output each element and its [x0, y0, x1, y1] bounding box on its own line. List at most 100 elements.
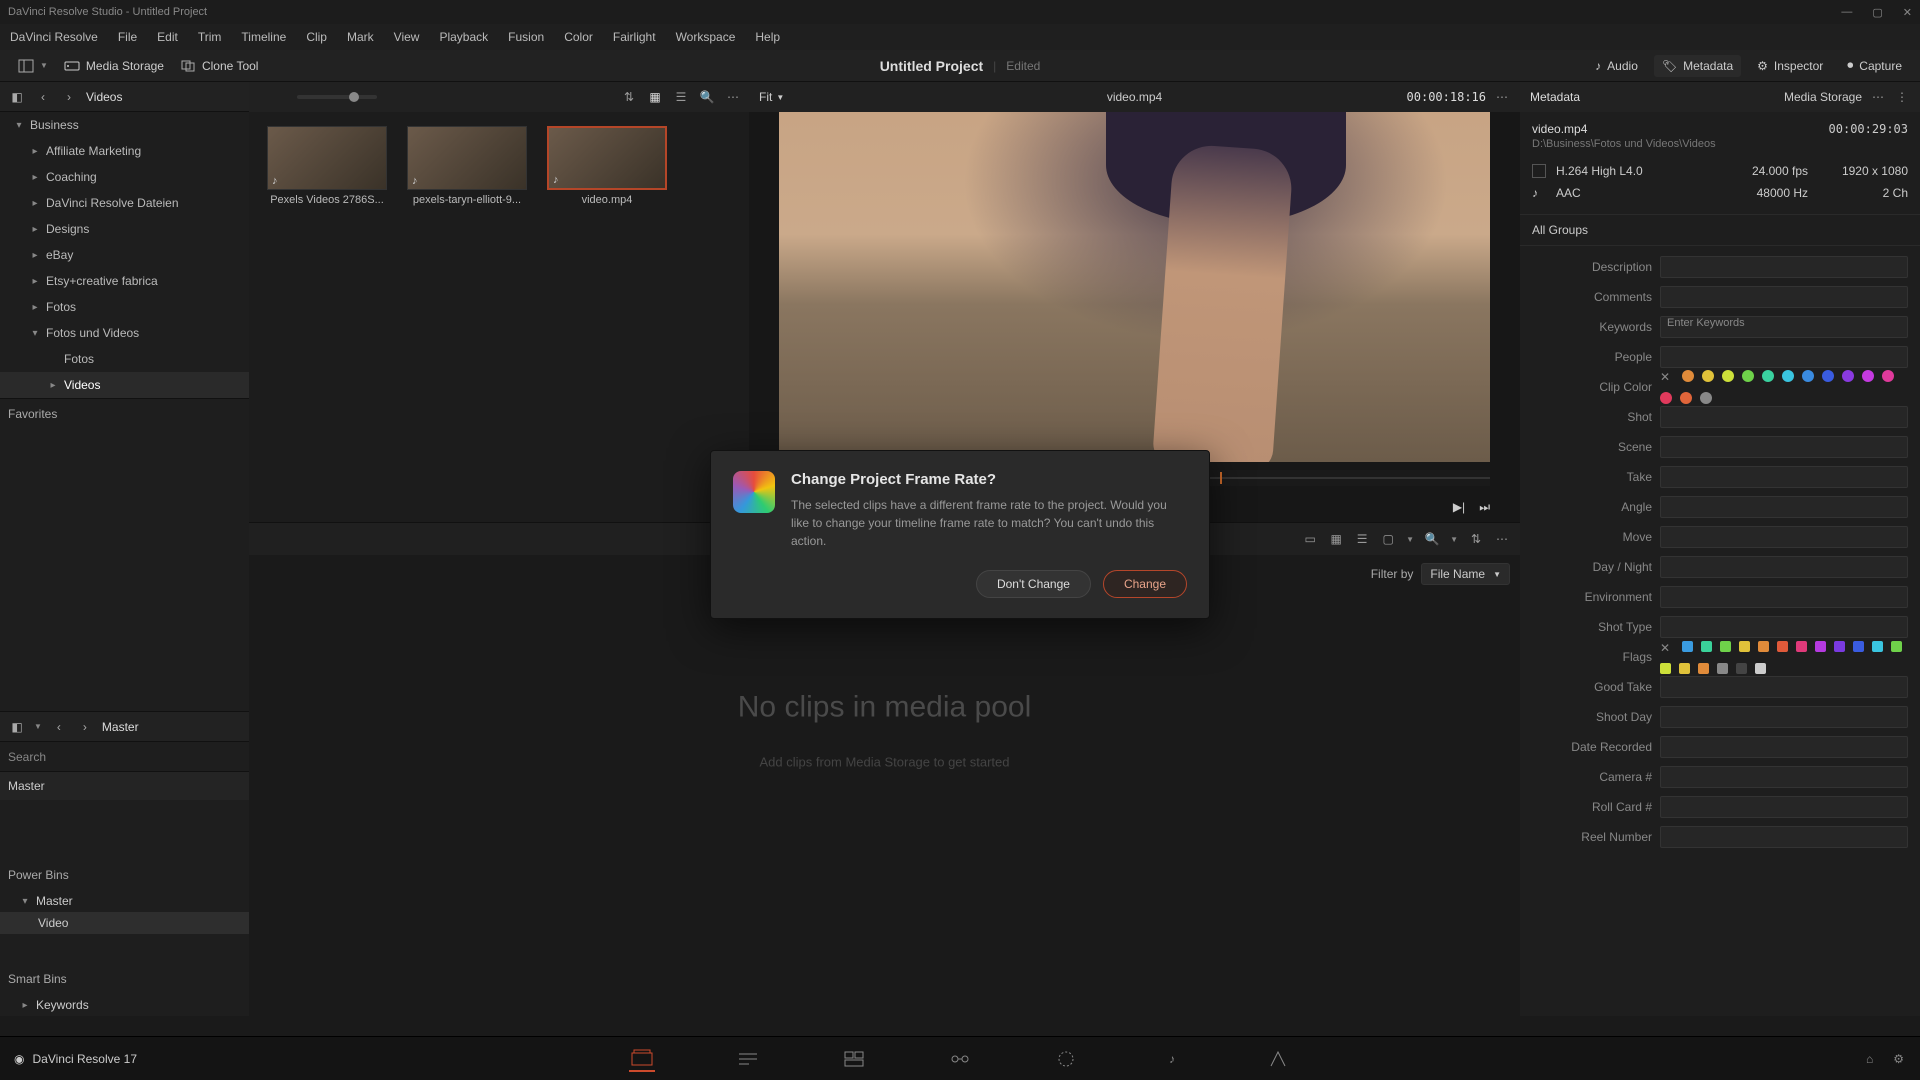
field-input[interactable]	[1660, 616, 1908, 638]
close-icon[interactable]: ✕	[1903, 6, 1912, 19]
field-input[interactable]	[1660, 736, 1908, 758]
panel-toggle-button[interactable]: ▼	[10, 55, 56, 77]
clip-thumbnail[interactable]	[267, 126, 387, 190]
menu-davinci-resolve[interactable]: DaVinci Resolve	[10, 30, 98, 44]
color-swatch[interactable]	[1862, 370, 1874, 382]
deliver-page-icon[interactable]	[1265, 1046, 1291, 1072]
color-swatch[interactable]	[1682, 370, 1694, 382]
field-input[interactable]	[1660, 556, 1908, 578]
more-icon[interactable]: ⋯	[725, 89, 741, 105]
project-manager-icon[interactable]: ⌂	[1866, 1052, 1873, 1066]
change-button[interactable]: Change	[1103, 570, 1187, 598]
next-frame-icon[interactable]: ▶|	[1453, 500, 1465, 514]
menu-playback[interactable]: Playback	[439, 30, 488, 44]
folder-fotos[interactable]: Fotos	[0, 346, 249, 372]
folder-etsy-creative-fabrica[interactable]: ▸Etsy+creative fabrica	[0, 268, 249, 294]
flag-swatch[interactable]	[1853, 641, 1864, 652]
meta-menu-icon[interactable]: ⋮	[1894, 89, 1910, 105]
flag-swatch[interactable]	[1815, 641, 1826, 652]
field-input[interactable]	[1660, 346, 1908, 368]
zoom-fit-select[interactable]: Fit ▼	[759, 90, 784, 104]
video-checkbox[interactable]	[1532, 164, 1546, 178]
menu-workspace[interactable]: Workspace	[676, 30, 736, 44]
flag-swatch[interactable]	[1755, 663, 1766, 674]
folder-coaching[interactable]: ▸Coaching	[0, 164, 249, 190]
media-page-icon[interactable]	[629, 1046, 655, 1072]
media-storage-button[interactable]: Media Storage	[56, 55, 172, 77]
color-swatch[interactable]	[1802, 370, 1814, 382]
color-swatch[interactable]	[1822, 370, 1834, 382]
clip-thumbnail[interactable]	[547, 126, 667, 190]
field-input[interactable]	[1660, 466, 1908, 488]
folder-designs[interactable]: ▸Designs	[0, 216, 249, 242]
smart-bin-keywords[interactable]: ▸ Keywords	[0, 994, 249, 1016]
flag-swatch[interactable]	[1682, 641, 1693, 652]
metadata-group-select[interactable]: All Groups	[1520, 214, 1920, 246]
field-input[interactable]	[1660, 286, 1908, 308]
clear-color-icon[interactable]: ✕	[1660, 370, 1670, 384]
flag-swatch[interactable]	[1777, 641, 1788, 652]
menu-edit[interactable]: Edit	[157, 30, 178, 44]
field-input[interactable]	[1660, 496, 1908, 518]
folder-videos[interactable]: ▸Videos	[0, 372, 249, 398]
clip-thumbnail[interactable]	[407, 126, 527, 190]
fairlight-page-icon[interactable]: ♪	[1159, 1046, 1185, 1072]
field-input[interactable]	[1660, 706, 1908, 728]
color-swatch[interactable]	[1782, 370, 1794, 382]
flag-swatch[interactable]	[1698, 663, 1709, 674]
field-input[interactable]	[1660, 526, 1908, 548]
color-swatch[interactable]	[1680, 392, 1692, 404]
fusion-page-icon[interactable]	[947, 1046, 973, 1072]
menu-trim[interactable]: Trim	[198, 30, 222, 44]
power-bin-video[interactable]: Video	[0, 912, 249, 934]
chevron-down-icon[interactable]: ▼	[1450, 535, 1458, 544]
color-swatch[interactable]	[1700, 392, 1712, 404]
pool-search[interactable]: Search	[0, 742, 249, 772]
viewer-more-icon[interactable]: ⋯	[1494, 89, 1510, 105]
flag-swatch[interactable]	[1758, 641, 1769, 652]
meta-more-icon[interactable]: ⋯	[1870, 89, 1886, 105]
grid-view-icon[interactable]: ▦	[647, 89, 663, 105]
pool-sidebar-toggle-icon[interactable]: ◧	[8, 718, 26, 736]
flag-swatch[interactable]	[1872, 641, 1883, 652]
search-icon[interactable]: 🔍	[699, 89, 715, 105]
color-swatch[interactable]	[1842, 370, 1854, 382]
filter-select[interactable]: File Name ▼	[1421, 563, 1510, 585]
flag-swatch[interactable]	[1720, 641, 1731, 652]
flag-swatch[interactable]	[1739, 641, 1750, 652]
clip-item[interactable]: Pexels Videos 2786S...	[267, 126, 387, 206]
menu-file[interactable]: File	[118, 30, 137, 44]
chevron-down-icon[interactable]: ▼	[1406, 535, 1414, 544]
edit-page-icon[interactable]	[841, 1046, 867, 1072]
clip-item[interactable]: pexels-taryn-elliott-9...	[407, 126, 527, 206]
pool-search-icon[interactable]: 🔍	[1424, 531, 1440, 547]
flag-swatch[interactable]	[1834, 641, 1845, 652]
capture-button[interactable]: ⏺ Capture	[1839, 54, 1910, 77]
color-swatch[interactable]	[1882, 370, 1894, 382]
project-settings-icon[interactable]: ⚙	[1893, 1052, 1904, 1066]
home-button[interactable]: ◉ DaVinci Resolve 17	[0, 1052, 151, 1066]
view-mode-4-icon[interactable]: ▢	[1380, 531, 1396, 547]
minimize-icon[interactable]: —	[1841, 6, 1852, 19]
color-swatch[interactable]	[1762, 370, 1774, 382]
list-view-icon[interactable]: ☰	[673, 89, 689, 105]
thumb-size-slider[interactable]	[297, 95, 377, 99]
clip-item[interactable]: video.mp4	[547, 126, 667, 206]
folder-fotos-und-videos[interactable]: ▾Fotos und Videos	[0, 320, 249, 346]
field-input[interactable]	[1660, 766, 1908, 788]
field-input[interactable]	[1660, 586, 1908, 608]
view-mode-3-icon[interactable]: ☰	[1354, 531, 1370, 547]
folder-ebay[interactable]: ▸eBay	[0, 242, 249, 268]
folder-fotos[interactable]: ▸Fotos	[0, 294, 249, 320]
forward-icon[interactable]: ›	[60, 88, 78, 106]
inspector-button[interactable]: ⚙ Inspector	[1749, 55, 1831, 77]
folder-davinci-resolve-dateien[interactable]: ▸DaVinci Resolve Dateien	[0, 190, 249, 216]
field-input[interactable]	[1660, 796, 1908, 818]
flag-swatch[interactable]	[1891, 641, 1902, 652]
flag-swatch[interactable]	[1796, 641, 1807, 652]
clear-flag-icon[interactable]: ✕	[1660, 641, 1670, 655]
menu-fairlight[interactable]: Fairlight	[613, 30, 656, 44]
folder-affiliate-marketing[interactable]: ▸Affiliate Marketing	[0, 138, 249, 164]
metadata-button[interactable]: 🏷 Metadata	[1654, 55, 1741, 77]
flag-swatch[interactable]	[1660, 663, 1671, 674]
